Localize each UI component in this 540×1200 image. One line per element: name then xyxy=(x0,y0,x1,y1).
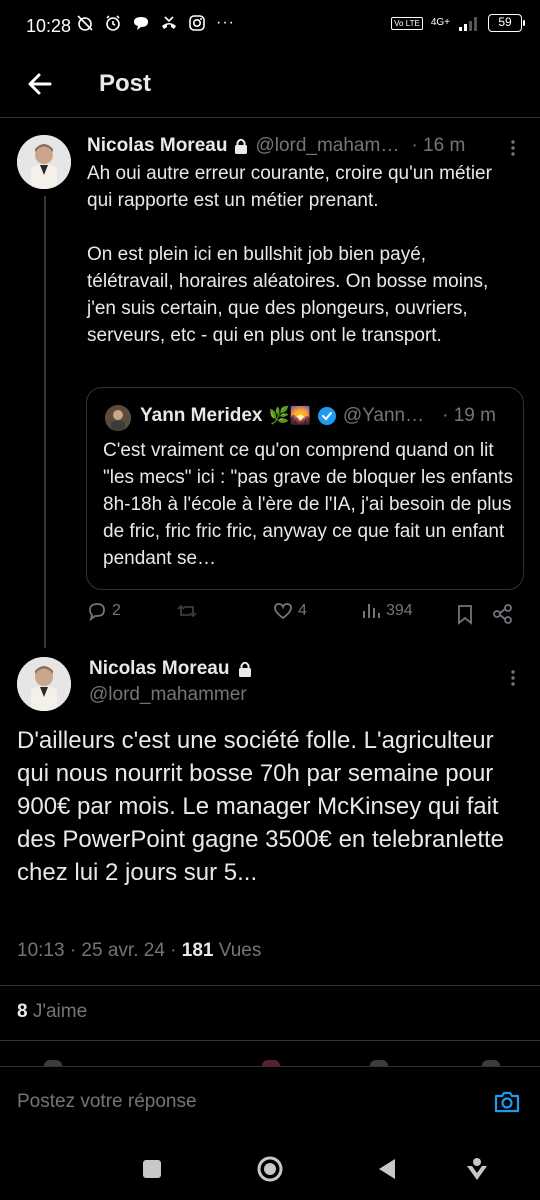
quote-author-handle: @Yann… xyxy=(342,405,425,426)
views-total[interactable]: 181 xyxy=(182,940,214,961)
alarm-icon xyxy=(106,15,120,31)
main-avatar[interactable] xyxy=(17,657,71,711)
likes-label: J'aime xyxy=(27,1001,88,1022)
status-notification-icons: ··· xyxy=(76,14,235,32)
post-header: Post xyxy=(0,52,540,118)
views-count: 394 xyxy=(386,602,413,619)
views-label: Vues xyxy=(213,940,262,961)
tweet-meta: 10:13 · 25 avr. 24 · 181 Vues xyxy=(17,940,261,962)
main-author[interactable]: Nicolas Moreau xyxy=(89,658,253,680)
quote-author-name: Yann Meridex xyxy=(140,405,263,426)
page-title: Post xyxy=(99,70,152,97)
home-icon[interactable] xyxy=(255,1154,285,1184)
quote-time: · 19 m xyxy=(442,405,496,426)
lock-icon xyxy=(235,138,248,154)
reply-icon xyxy=(89,603,105,622)
missed-call-icon xyxy=(162,16,176,29)
lock-icon xyxy=(239,661,252,677)
more-options-icon[interactable] xyxy=(503,138,523,158)
tweet-text: Ah oui autre erreur courante, croire qu'… xyxy=(87,163,492,346)
reply-button[interactable]: 2 xyxy=(86,600,121,622)
status-bar: 10:28 ··· Vo LTE 4G+ 59 xyxy=(0,0,540,52)
tweet-time: · 16 m xyxy=(411,135,466,156)
network-label: 4G+ xyxy=(430,17,450,28)
main-author-handle[interactable]: @lord_mahammer xyxy=(89,684,247,706)
status-right: Vo LTE 4G+ 59 xyxy=(391,14,525,32)
instagram-icon xyxy=(189,15,205,31)
likes-total: 8 xyxy=(17,1001,28,1022)
quote-author-emoji: 🌿🌄 xyxy=(268,406,311,425)
assistant-icon[interactable] xyxy=(462,1154,492,1184)
quote-header: Yann Meridex 🌿🌄 @Yann… · 19 m xyxy=(140,405,496,427)
bookmark-icon[interactable] xyxy=(454,603,476,625)
repost-button[interactable] xyxy=(176,600,202,622)
main-tweet-text: D'ailleurs c'est une société folle. L'ag… xyxy=(17,727,505,886)
divider xyxy=(0,1040,540,1041)
more-notifications-icon: ··· xyxy=(216,14,235,31)
like-button[interactable]: 4 xyxy=(272,600,307,622)
recent-apps-icon[interactable] xyxy=(137,1154,167,1184)
avatar[interactable] xyxy=(17,135,71,189)
author-handle[interactable]: @lord_mahammer xyxy=(255,135,405,157)
heart-icon xyxy=(274,603,292,620)
repost-icon xyxy=(177,604,197,618)
quote-text: C'est vraiment ce qu'on comprend quand o… xyxy=(103,440,513,569)
main-author-name: Nicolas Moreau xyxy=(89,658,230,679)
reply-input[interactable]: Postez votre réponse xyxy=(17,1091,197,1113)
reply-count: 2 xyxy=(112,602,121,619)
thread-line xyxy=(44,196,46,648)
avatar-photo xyxy=(17,135,71,189)
quoted-tweet[interactable]: Yann Meridex 🌿🌄 @Yann… · 19 m C'est vrai… xyxy=(86,387,524,590)
camera-icon[interactable] xyxy=(492,1087,522,1117)
views-button[interactable]: 394 xyxy=(360,600,413,622)
volte-badge: Vo LTE xyxy=(391,16,423,30)
divider xyxy=(0,985,540,986)
back-arrow-icon[interactable] xyxy=(26,70,54,98)
tweet-header: Nicolas Moreau @lord_mahammer · 16 m xyxy=(87,135,465,157)
status-time: 10:28 xyxy=(26,16,72,36)
main-more-options-icon[interactable] xyxy=(503,668,523,688)
views-icon xyxy=(363,604,380,618)
main-avatar-photo xyxy=(17,657,71,711)
verified-badge-icon xyxy=(317,407,336,425)
tweet-timestamp: 10:13 · 25 avr. 24 · xyxy=(17,940,182,961)
tweet-actions: 2 4 394 xyxy=(86,600,526,630)
author-name[interactable]: Nicolas Moreau xyxy=(87,135,227,157)
chat-bubble-icon xyxy=(134,17,148,30)
signal-icon xyxy=(459,17,477,31)
back-triangle-icon[interactable] xyxy=(373,1154,403,1184)
likes-row[interactable]: 8 J'aime xyxy=(17,1001,87,1023)
reply-bar: Postez votre réponse xyxy=(0,1066,540,1138)
quote-avatar xyxy=(105,405,131,431)
like-count: 4 xyxy=(298,602,307,619)
battery-icon: 59 xyxy=(488,14,525,32)
share-icon[interactable] xyxy=(492,603,514,625)
alarm-off-icon xyxy=(77,15,93,31)
system-nav-bar xyxy=(0,1138,540,1200)
